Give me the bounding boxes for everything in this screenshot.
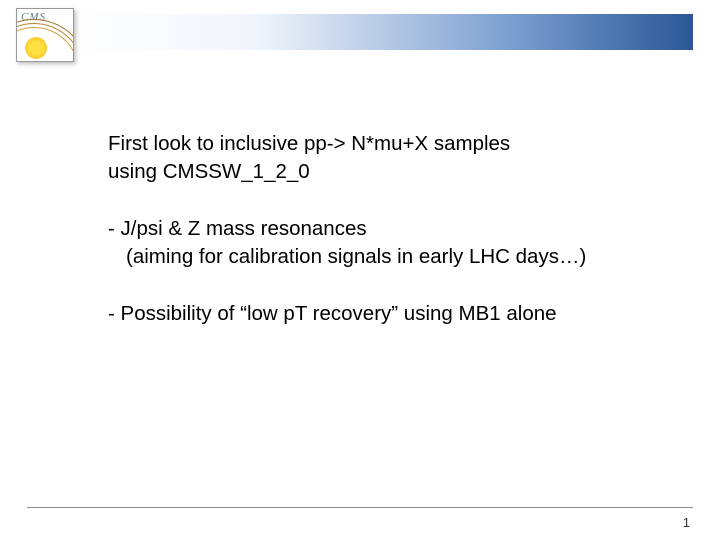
text-line: (aiming for calibration signals in early…	[108, 243, 660, 271]
footer-divider	[27, 507, 693, 508]
logo-sun-icon	[25, 37, 47, 59]
slide-body-text: First look to inclusive pp-> N*mu+X samp…	[108, 130, 660, 328]
text-line	[108, 187, 660, 215]
text-line	[108, 271, 660, 299]
cms-logo: CMS	[16, 8, 74, 62]
page-number: 1	[683, 515, 690, 530]
text-line: using CMSSW_1_2_0	[108, 158, 660, 186]
header-gradient-bar	[72, 14, 693, 50]
logo-arc-icon	[17, 19, 73, 61]
text-line: - Possibility of “low pT recovery” using…	[108, 300, 660, 328]
cms-logo-graphic: CMS	[17, 9, 73, 61]
text-line: - J/psi & Z mass resonances	[108, 215, 660, 243]
text-line: First look to inclusive pp-> N*mu+X samp…	[108, 130, 660, 158]
